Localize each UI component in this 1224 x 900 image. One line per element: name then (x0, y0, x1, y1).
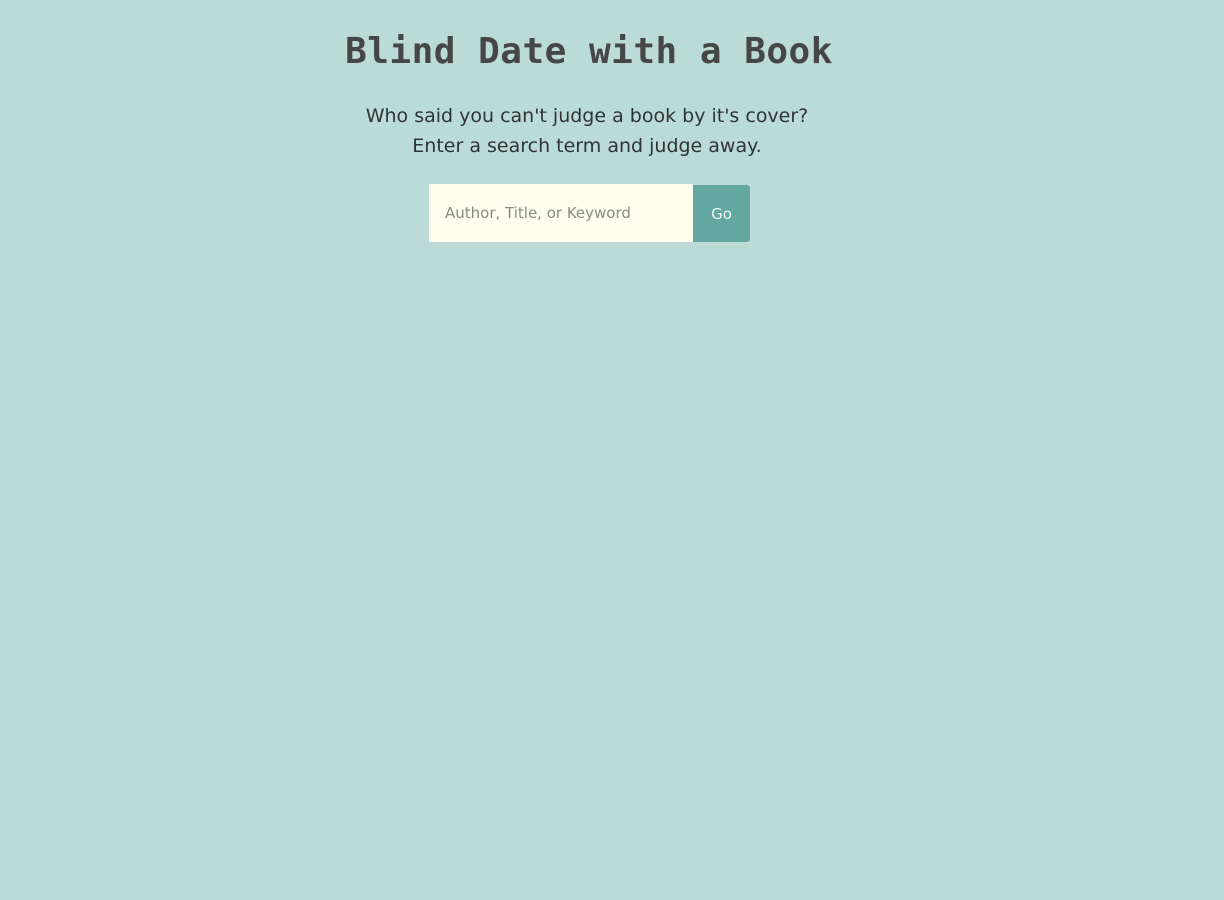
search-form: Go (429, 184, 750, 242)
page: Blind Date with a Book Who said you can'… (0, 0, 1224, 900)
search-input[interactable] (429, 184, 693, 242)
tagline-line: Who said you can't judge a book by it's … (365, 105, 809, 127)
tagline-line: Enter a search term and judge away. (412, 135, 762, 157)
go-button[interactable]: Go (693, 185, 750, 242)
page-title: Blind Date with a Book (345, 31, 833, 72)
tagline: Who said you can't judge a book by it's … (0, 101, 1174, 161)
